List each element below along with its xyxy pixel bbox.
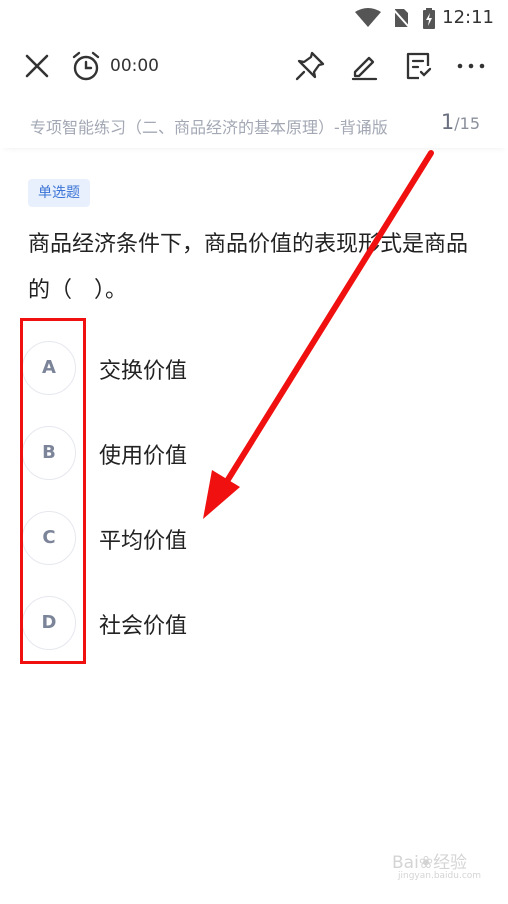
watermark-url: jingyan.baidu.com <box>398 871 482 881</box>
paw-icon: ❀ <box>418 853 434 873</box>
annotation-arrow <box>203 150 434 519</box>
watermark: Bai❀经验 jingyan.baidu.com <box>392 848 481 881</box>
watermark-brand: Bai <box>392 853 419 873</box>
watermark-suffix: 经验 <box>433 853 468 873</box>
